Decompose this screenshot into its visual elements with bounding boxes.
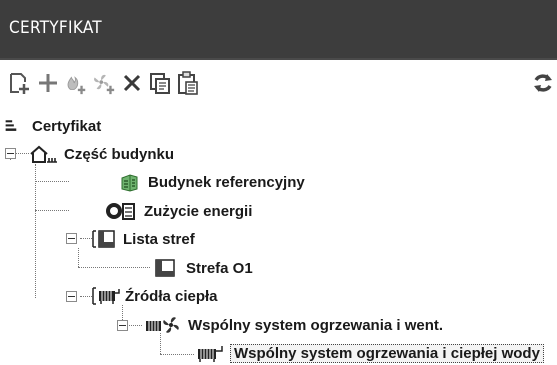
tree-connector [35, 210, 69, 211]
zone-list-icon [92, 230, 115, 248]
heat-sources-icon [92, 287, 120, 305]
radiator-icon [198, 346, 223, 362]
energy-meter-icon [106, 203, 135, 220]
heating-ventilation-icon [146, 317, 179, 333]
certificate-tree: Certyfikat Część budynku Budynek referen… [0, 106, 557, 364]
tree-expander-zrodla-ciepla[interactable] [66, 291, 77, 302]
zone-icon [155, 259, 175, 277]
tree-item-label: Źródła ciepła [125, 287, 218, 305]
tree-expander-czesc-budynku[interactable] [5, 148, 16, 159]
copy-icon [150, 73, 170, 94]
list-icon [5, 120, 17, 131]
copy-button[interactable] [148, 70, 172, 96]
tree-item-lista-stref[interactable]: Lista stref [91, 227, 197, 251]
paste-icon [178, 71, 198, 95]
delete-x-icon [123, 74, 141, 92]
add-ventilation-button[interactable] [92, 70, 116, 96]
tree-item-wspolny-system-ogrzewania-went[interactable]: Wspólny system ogrzewania i went. [144, 313, 445, 337]
delete-button[interactable] [120, 70, 144, 96]
tree-item-label-selected: Wspólny system ogrzewania i ciepłej wody [230, 343, 544, 363]
tree-item-zrodla-ciepla[interactable]: Źródła ciepła [91, 284, 220, 308]
add-document-icon [10, 73, 29, 94]
tree-connector [78, 267, 150, 268]
tree-item-czesc-budynku[interactable]: Część budynku [28, 142, 176, 166]
tree-expander-lista-stref[interactable] [66, 233, 77, 244]
tree-connector [35, 181, 69, 182]
tree-item-zuzycie-energii[interactable]: Zużycie energii [104, 199, 254, 223]
tree-item-label: Lista stref [123, 230, 195, 248]
tree-connector [78, 248, 79, 267]
tree-root-certyfikat[interactable]: Certyfikat [4, 114, 103, 138]
reference-building-icon [121, 174, 138, 192]
tree-expander-wspolny-system-went[interactable] [117, 320, 128, 331]
app-titlebar: CERTYFIKAT [0, 0, 557, 58]
refresh-icon [534, 74, 552, 92]
add-document-button[interactable] [8, 70, 32, 96]
building-part-icon [30, 145, 57, 163]
tree-item-label: Budynek referencyjny [148, 173, 305, 191]
tree-connector [15, 153, 29, 154]
add-button[interactable] [36, 70, 60, 96]
add-flame-icon [67, 76, 86, 95]
plus-icon [39, 74, 57, 92]
tree-item-budynek-referencyjny[interactable]: Budynek referencyjny [118, 170, 307, 194]
tree-item-wspolny-system-ogrzewania-ciepla-woda[interactable]: Wspólny system ogrzewania i ciepłej wody [196, 341, 544, 365]
tree-item-label: Strefa O1 [186, 259, 253, 277]
tree-connector [160, 354, 194, 355]
tree-connector [127, 325, 142, 326]
tree-connector [35, 164, 36, 298]
paste-button[interactable] [176, 70, 200, 96]
add-fan-icon [94, 74, 115, 95]
window-title: CERTYFIKAT [9, 18, 102, 38]
tree-item-label: Wspólny system ogrzewania i went. [188, 316, 444, 334]
tree-item-strefa-o1[interactable]: Strefa O1 [154, 256, 255, 280]
tree-item-label: Zużycie energii [144, 202, 253, 220]
toolbar [0, 58, 557, 107]
tree-item-label: Część budynku [64, 145, 175, 163]
add-heat-button[interactable] [64, 70, 88, 96]
refresh-button[interactable] [531, 70, 555, 96]
tree-root-label: Certyfikat [32, 117, 102, 135]
